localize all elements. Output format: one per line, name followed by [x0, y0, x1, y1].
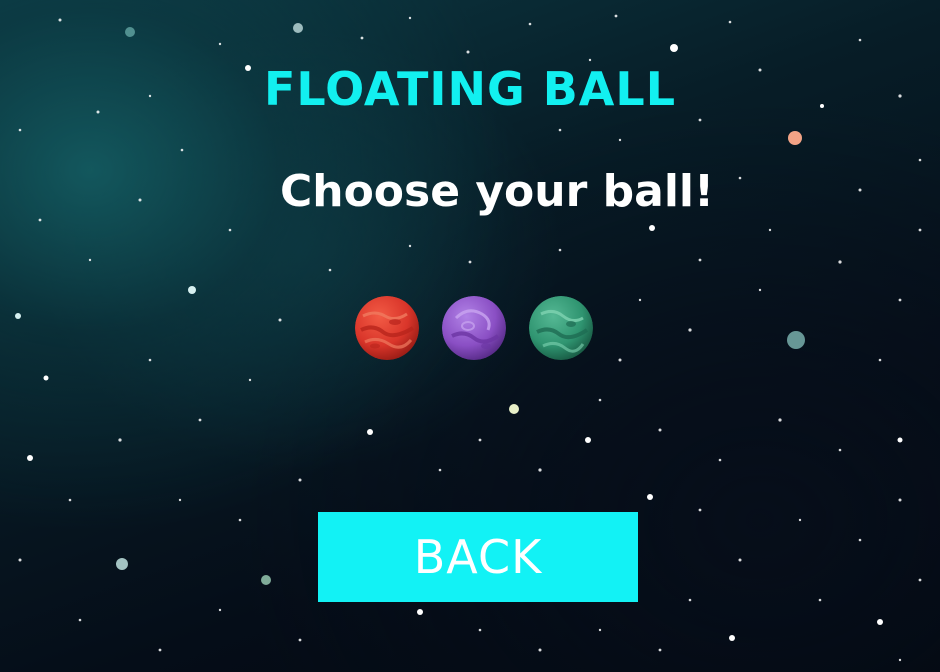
ball-selector	[355, 296, 595, 362]
green-planet-icon	[529, 296, 593, 360]
red-ball-option[interactable]	[355, 296, 419, 360]
back-button[interactable]: BACK	[318, 512, 638, 602]
game-title: FLOATING BALL	[263, 62, 677, 116]
back-button-label: BACK	[413, 530, 543, 584]
green-ball-option[interactable]	[529, 296, 593, 360]
purple-planet-icon	[442, 296, 506, 360]
red-planet-icon	[355, 296, 419, 360]
choose-ball-prompt: Choose your ball!	[279, 166, 715, 217]
purple-ball-option[interactable]	[442, 296, 506, 360]
